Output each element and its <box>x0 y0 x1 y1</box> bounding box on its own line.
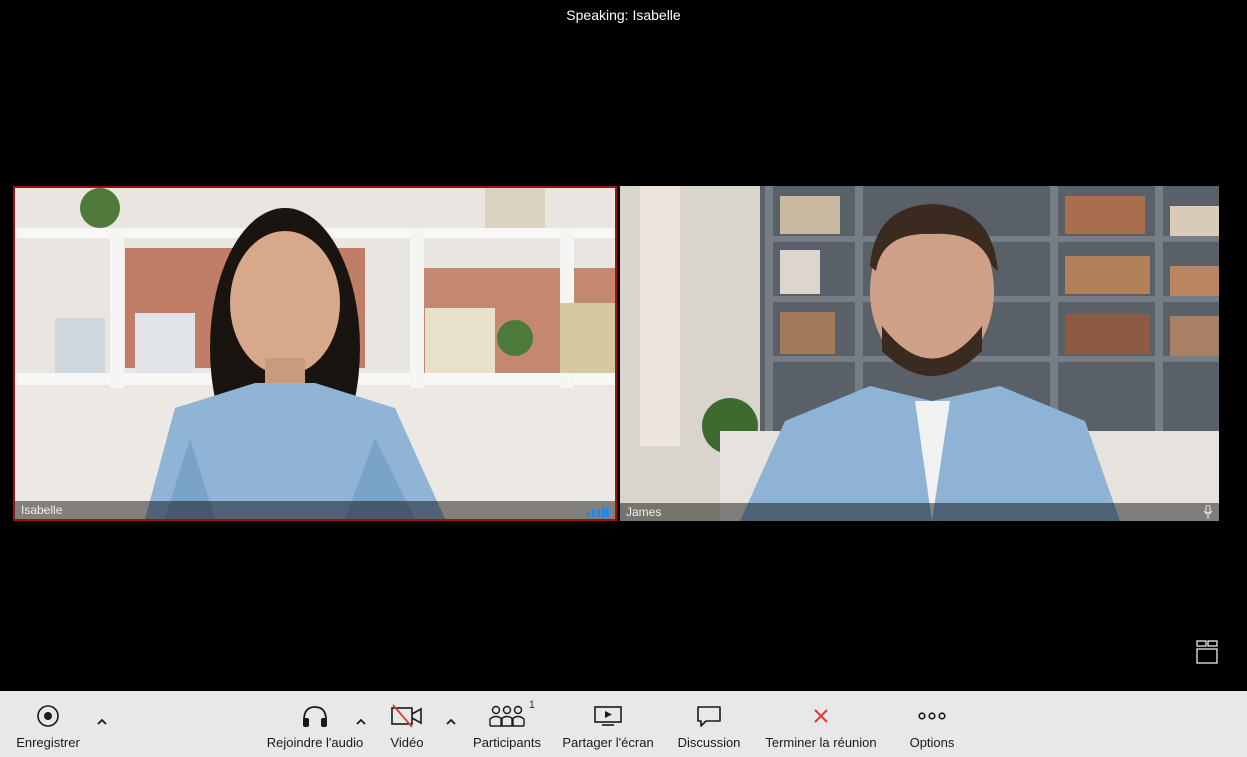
chat-label: Discussion <box>677 735 741 750</box>
chat-icon <box>697 706 721 727</box>
speaking-indicator: Speaking: Isabelle <box>566 7 681 23</box>
share-screen-icon <box>594 706 622 726</box>
audio-level-icon <box>587 507 609 517</box>
video-tile-isabelle[interactable]: Isabelle <box>13 186 617 521</box>
meeting-toolbar: Enregistrer Rejoindre l'audio Vidéo 1 Pa… <box>0 691 1247 757</box>
close-icon <box>814 709 828 723</box>
participant-name: James <box>626 505 662 519</box>
participant-count: 1 <box>528 699 535 711</box>
participant-name: Isabelle <box>21 503 63 517</box>
join-audio-label: Rejoindre l'audio <box>266 735 364 750</box>
options-label: Options <box>909 735 955 750</box>
headphones-icon <box>303 706 327 727</box>
participant-nameplate: James <box>620 503 1219 521</box>
options-button[interactable]: Options <box>902 691 962 757</box>
participants-button[interactable]: 1 Participants <box>469 691 545 757</box>
record-icon <box>37 705 59 727</box>
end-meeting-label: Terminer la réunion <box>765 735 877 750</box>
layout-toggle-icon[interactable] <box>1196 640 1218 664</box>
video-options-chevron-up-icon[interactable] <box>444 715 458 729</box>
share-screen-label: Partager l'écran <box>562 735 654 750</box>
participant-video-james <box>620 186 1219 521</box>
video-off-icon <box>391 704 422 728</box>
participant-video-isabelle <box>15 188 615 519</box>
join-audio-button[interactable]: Rejoindre l'audio <box>262 691 368 757</box>
audio-options-chevron-up-icon[interactable] <box>354 715 368 729</box>
participants-icon <box>489 705 525 727</box>
share-screen-button[interactable]: Partager l'écran <box>557 691 659 757</box>
more-icon <box>918 712 946 720</box>
participant-nameplate: Isabelle <box>15 501 615 519</box>
record-label: Enregistrer <box>16 735 80 750</box>
record-options-chevron-up-icon[interactable] <box>95 715 109 729</box>
microphone-icon <box>1203 505 1213 519</box>
video-label: Vidéo <box>390 735 424 750</box>
record-button[interactable]: Enregistrer <box>10 691 86 757</box>
chat-button[interactable]: Discussion <box>674 691 744 757</box>
video-tile-james[interactable]: James <box>620 186 1219 521</box>
end-meeting-button[interactable]: Terminer la réunion <box>758 691 884 757</box>
participants-label: Participants <box>473 735 541 750</box>
video-button[interactable]: Vidéo <box>381 691 433 757</box>
